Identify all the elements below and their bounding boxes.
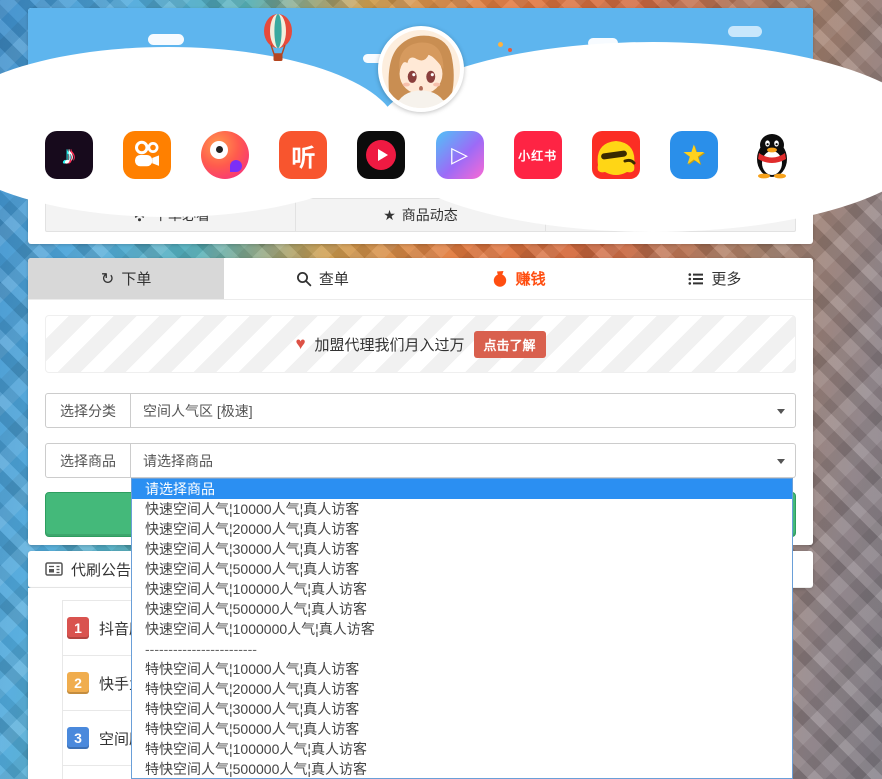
rank-badge: 3 bbox=[67, 727, 89, 749]
menu-list-icon bbox=[688, 272, 704, 286]
dropdown-option[interactable]: 特快空间人气¦20000人气¦真人访客 bbox=[132, 679, 792, 699]
sky-banner bbox=[28, 8, 813, 112]
promo-banner: ♥ 加盟代理我们月入过万 点击了解 bbox=[45, 315, 796, 373]
category-label: 选择分类 bbox=[45, 393, 131, 428]
product-dropdown: 请选择商品 快速空间人气¦10000人气¦真人访客 快速空间人气¦20000人气… bbox=[131, 478, 793, 779]
tab-more[interactable]: 更多 bbox=[617, 258, 813, 299]
dropdown-option[interactable]: 特快空间人气¦50000人气¦真人访客 bbox=[132, 719, 792, 739]
dropdown-option[interactable]: 快速空间人气¦100000人气¦真人访客 bbox=[132, 579, 792, 599]
weishi-play-glyph: ▷ bbox=[451, 142, 468, 168]
category-selected-value: 空间人气区 [极速] bbox=[143, 401, 253, 421]
dropdown-option[interactable]: 快速空间人气¦500000人气¦真人访客 bbox=[132, 599, 792, 619]
heart-icon: ♥ bbox=[295, 334, 305, 354]
nav-tabs: ↻ 下单 查单 赚钱 bbox=[28, 258, 813, 300]
dropdown-option[interactable]: 特快空间人气¦500000人气¦真人访客 bbox=[132, 759, 792, 779]
tab-place-order[interactable]: ↻ 下单 bbox=[28, 258, 224, 299]
dropdown-separator-option[interactable]: ------------------------ bbox=[132, 639, 792, 659]
dropdown-option[interactable]: 特快空间人气¦10000人气¦真人访客 bbox=[132, 659, 792, 679]
ximalaya-glyph: 听 bbox=[291, 138, 315, 173]
weishi-icon: ▷ bbox=[436, 131, 484, 179]
product-selected-value: 请选择商品 bbox=[143, 451, 213, 471]
category-select[interactable]: 空间人气区 [极速] bbox=[131, 393, 796, 428]
play-triangle-icon bbox=[378, 149, 388, 161]
product-label: 选择商品 bbox=[45, 443, 131, 478]
confetti-dot bbox=[508, 48, 512, 52]
xiaohongshu-glyph: 小红书 bbox=[518, 147, 557, 164]
rank-badge: 2 bbox=[67, 672, 89, 694]
caret-down-icon bbox=[777, 409, 785, 414]
caret-down-icon bbox=[777, 459, 785, 464]
pipixia-icon bbox=[592, 131, 640, 179]
announcement-title: 代刷公告 bbox=[71, 559, 131, 580]
dropdown-option[interactable]: 快速空间人气¦10000人气¦真人访客 bbox=[132, 499, 792, 519]
douyin-icon: ♪ bbox=[45, 131, 93, 179]
tab-label: 下单 bbox=[121, 268, 151, 289]
product-row: 选择商品 请选择商品 bbox=[45, 443, 796, 478]
cloud bbox=[148, 34, 184, 45]
xiaohongshu-icon: 小红书 bbox=[514, 131, 562, 179]
bird-app-icon bbox=[201, 131, 249, 179]
tab-check-order[interactable]: 查单 bbox=[224, 258, 420, 299]
hot-air-balloon-icon bbox=[261, 14, 295, 66]
dropdown-option[interactable]: 快速空间人气¦1000000人气¦真人访客 bbox=[132, 619, 792, 639]
dropdown-option[interactable]: 特快空间人气¦100000人气¦真人访客 bbox=[132, 739, 792, 759]
rank-badge: 1 bbox=[67, 617, 89, 639]
tab-label: 查单 bbox=[319, 268, 349, 289]
dropdown-option[interactable]: 快速空间人气¦50000人气¦真人访客 bbox=[132, 559, 792, 579]
play-circle bbox=[366, 140, 396, 170]
header-card: ♪ 听 ▷ 小红书 bbox=[28, 8, 813, 244]
video-play-app-icon bbox=[357, 131, 405, 179]
avatar bbox=[378, 26, 464, 112]
dropdown-option[interactable]: 特快空间人气¦30000人气¦真人访客 bbox=[132, 699, 792, 719]
tab-label: 更多 bbox=[711, 268, 741, 289]
learn-more-button[interactable]: 点击了解 bbox=[474, 331, 546, 358]
cloud bbox=[676, 74, 702, 83]
star-icon: ★ bbox=[383, 207, 396, 224]
dropdown-option[interactable]: 请选择商品 bbox=[132, 479, 792, 499]
confetti-dot bbox=[498, 42, 503, 47]
ximalaya-icon: 听 bbox=[279, 131, 327, 179]
qzone-icon: ★ bbox=[670, 131, 718, 179]
tab-label: 商品动态 bbox=[402, 205, 458, 225]
announcement-icon bbox=[45, 562, 63, 576]
music-note-glyph: ♪ bbox=[63, 140, 76, 171]
qzone-star-glyph: ★ bbox=[682, 140, 706, 171]
bird-beak bbox=[230, 160, 242, 172]
page: ♪ 听 ▷ 小红书 bbox=[0, 0, 882, 779]
qq-icon bbox=[748, 131, 796, 179]
dropdown-option[interactable]: 快速空间人气¦30000人气¦真人访客 bbox=[132, 539, 792, 559]
refresh-icon: ↻ bbox=[101, 269, 114, 289]
tab-earn-money[interactable]: 赚钱 bbox=[421, 258, 617, 299]
moneybag-icon bbox=[492, 270, 509, 287]
dropdown-option[interactable]: 快速空间人气¦20000人气¦真人访客 bbox=[132, 519, 792, 539]
cloud bbox=[268, 88, 290, 96]
cloud bbox=[728, 26, 762, 37]
category-row: 选择分类 空间人气区 [极速] bbox=[45, 393, 796, 428]
cloud bbox=[588, 38, 618, 48]
promo-text: 加盟代理我们月入过万 bbox=[315, 334, 465, 355]
kuaishou-icon bbox=[123, 131, 171, 179]
tab-label: 赚钱 bbox=[516, 268, 546, 289]
product-select[interactable]: 请选择商品 bbox=[131, 443, 796, 478]
search-icon bbox=[296, 271, 312, 287]
